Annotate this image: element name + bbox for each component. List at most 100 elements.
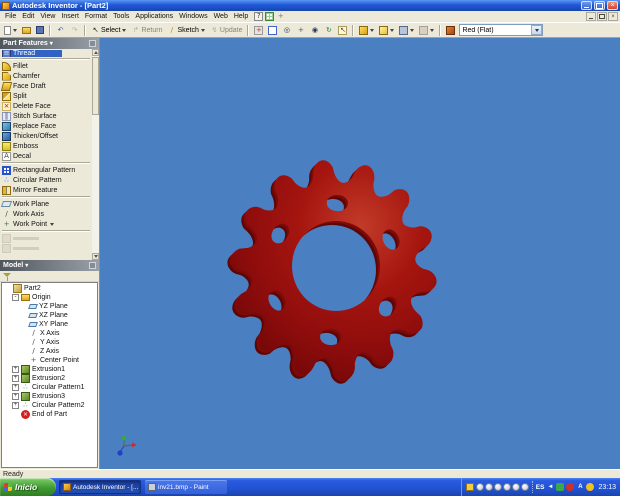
tree-node-xy-plane[interactable]: XY Plane <box>2 320 97 329</box>
dropdown-caret-icon[interactable] <box>13 29 17 32</box>
scroll-up-icon[interactable] <box>92 49 99 56</box>
tree-node-extrusion3[interactable]: +Extrusion3 <box>2 392 97 401</box>
pushpin-icon[interactable] <box>89 262 96 269</box>
part-features-item-facedraft[interactable]: Face Draft <box>2 81 90 91</box>
menu-file[interactable]: File <box>2 13 19 20</box>
yellow-badge-icon[interactable] <box>586 483 594 491</box>
taskbar-button-inventor[interactable]: Autodesk Inventor - [... <box>59 480 141 494</box>
scroll-down-icon[interactable] <box>92 253 99 260</box>
tree-node-xz-plane[interactable]: XZ Plane <box>2 311 97 320</box>
part-features-item-rectpattern[interactable]: Rectangular Pattern <box>2 165 90 175</box>
part-features-item-workpoint[interactable]: +Work Point <box>2 219 90 229</box>
expand-icon[interactable]: + <box>12 366 19 373</box>
menu-insert[interactable]: Insert <box>58 13 82 20</box>
draft-display-button[interactable] <box>377 24 396 37</box>
dropdown-caret-icon[interactable] <box>122 29 126 32</box>
select-button[interactable]: ↖Select <box>89 24 128 37</box>
dropdown-caret-icon[interactable] <box>390 29 394 32</box>
part-features-scrollbar[interactable] <box>92 49 99 260</box>
pan-button[interactable]: + <box>294 24 307 37</box>
material-dropdown-caret-icon[interactable] <box>531 25 542 35</box>
grid-icon[interactable] <box>265 12 274 21</box>
part-features-header[interactable]: Part Features <box>0 38 99 49</box>
open-button[interactable] <box>20 24 33 37</box>
tree-node-z-axis[interactable]: /Z Axis <box>2 347 97 356</box>
document-close-button[interactable] <box>608 12 618 21</box>
menu-web[interactable]: Web <box>211 13 231 20</box>
media-button-icon[interactable] <box>521 483 529 491</box>
dropdown-caret-icon[interactable] <box>50 223 54 226</box>
expand-icon[interactable]: + <box>12 393 19 400</box>
graphics-canvas[interactable] <box>100 38 620 469</box>
tree-node-extrusion2[interactable]: +Extrusion2 <box>2 374 97 383</box>
part-features-item-emboss[interactable]: Emboss <box>2 141 90 151</box>
tree-node-yz-plane[interactable]: YZ Plane <box>2 302 97 311</box>
expand-icon[interactable]: + <box>12 384 19 391</box>
sketch-button[interactable]: /Sketch <box>165 24 206 37</box>
zoom-window-button[interactable] <box>266 24 279 37</box>
menu-edit[interactable]: Edit <box>19 13 37 20</box>
tree-node-origin[interactable]: -Origin <box>2 293 97 302</box>
part-features-item-workplane[interactable]: Work Plane <box>2 199 90 209</box>
part-features-item-circpattern[interactable]: ∴Circular Pattern <box>2 175 90 185</box>
pushpin-icon[interactable] <box>89 40 96 47</box>
media-button-icon[interactable] <box>485 483 493 491</box>
sprocket-part[interactable] <box>100 38 620 469</box>
part-features-item-decal[interactable]: ADecal <box>2 151 90 161</box>
part-features-item-stitch[interactable]: ‖Stitch Surface <box>2 111 90 121</box>
green-status-icon[interactable] <box>556 483 564 491</box>
tree-node-part2[interactable]: Part2 <box>2 284 97 293</box>
start-button[interactable]: Inicio <box>0 478 56 496</box>
dropdown-caret-icon[interactable] <box>430 29 434 32</box>
media-button-icon[interactable] <box>503 483 511 491</box>
tree-node-y-axis[interactable]: /Y Axis <box>2 338 97 347</box>
part-features-item-workaxis[interactable]: /Work Axis <box>2 209 90 219</box>
menu-view[interactable]: View <box>37 13 58 20</box>
part-features-item-fillet[interactable]: Fillet <box>2 61 90 71</box>
part-features-item-disabled[interactable] <box>2 233 90 243</box>
look-at-button[interactable]: ↖ <box>336 24 349 37</box>
plus-icon[interactable]: + <box>276 12 285 21</box>
material-combobox[interactable]: Red (Flat) <box>459 24 543 36</box>
material-button[interactable] <box>444 24 457 37</box>
undo-button[interactable]: ↶ <box>54 24 67 37</box>
taskbar-clock[interactable]: 23:13 <box>598 484 616 491</box>
restore-button[interactable] <box>594 1 605 10</box>
return-button[interactable]: ↱Return <box>129 24 164 37</box>
part-features-item-thread[interactable]: ≡Thread <box>2 50 62 57</box>
save-button[interactable] <box>34 24 46 37</box>
media-button-icon[interactable] <box>512 483 520 491</box>
update-button[interactable]: ↯Update <box>208 24 245 37</box>
tree-node-end-of-part[interactable]: ×End of Part <box>2 410 97 419</box>
red-status-icon[interactable] <box>566 483 574 491</box>
dropdown-caret-icon[interactable] <box>370 29 374 32</box>
menu-format[interactable]: Format <box>82 13 110 20</box>
filter-icon[interactable] <box>3 272 12 281</box>
part-features-item-mirror[interactable]: Mirror Feature <box>2 185 90 195</box>
dropdown-caret-icon[interactable] <box>410 29 414 32</box>
media-button-icon[interactable] <box>476 483 484 491</box>
notes-icon[interactable] <box>466 483 474 491</box>
tree-node-center-point[interactable]: +Center Point <box>2 356 97 365</box>
taskbar-button-paint[interactable]: inv21.bmp - Paint <box>145 480 227 494</box>
tree-node-circular-pattern2[interactable]: +∴Circular Pattern2 <box>2 401 97 410</box>
part-features-item-chamfer[interactable]: Chamfer <box>2 71 90 81</box>
part-features-item-disabled[interactable] <box>2 243 90 253</box>
menu-tools[interactable]: Tools <box>110 13 132 20</box>
model-header[interactable]: Model <box>0 260 99 271</box>
part-features-item-thicken[interactable]: Thicken/Offset <box>2 131 90 141</box>
help-icon[interactable]: ? <box>254 12 263 21</box>
rotate-button[interactable]: ↻ <box>322 24 335 37</box>
document-restore-button[interactable] <box>597 12 607 21</box>
tree-node-circular-pattern1[interactable]: +∴Circular Pattern1 <box>2 383 97 392</box>
camera-button[interactable] <box>397 24 416 37</box>
menu-applications[interactable]: Applications <box>132 13 176 20</box>
scroll-thumb[interactable] <box>92 57 99 115</box>
zoom-selected-button[interactable]: ◉ <box>308 24 321 37</box>
tree-node-x-axis[interactable]: /X Axis <box>2 329 97 338</box>
part-features-item-split[interactable]: Split <box>2 91 90 101</box>
language-indicator[interactable]: ES <box>536 484 545 491</box>
volume-icon[interactable]: ◄ <box>546 483 554 491</box>
part-features-item-replaceface[interactable]: Replace Face <box>2 121 90 131</box>
collapse-icon[interactable]: - <box>12 294 19 301</box>
